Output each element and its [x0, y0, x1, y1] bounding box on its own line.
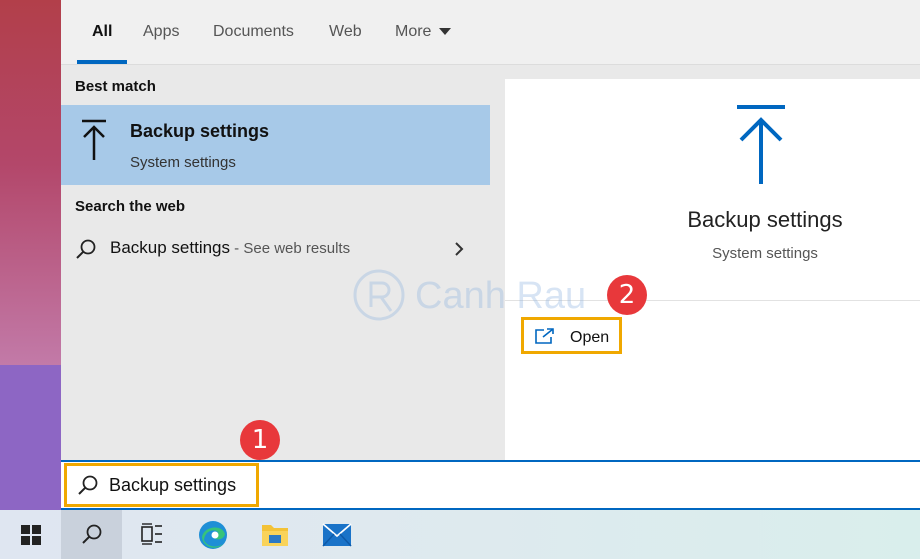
preview-pane: Backup settings System settings Open — [505, 79, 920, 460]
tab-apps[interactable]: Apps — [143, 0, 179, 64]
task-view-button[interactable] — [122, 510, 183, 559]
backup-arrow-icon — [737, 105, 785, 184]
mail-button[interactable] — [305, 510, 366, 559]
search-icon — [78, 475, 98, 495]
open-button[interactable]: Open — [521, 317, 622, 354]
tab-documents-label: Documents — [213, 23, 294, 40]
start-button[interactable] — [0, 510, 61, 559]
preview-subtitle: System settings — [712, 245, 818, 262]
tab-more[interactable]: More — [395, 0, 452, 64]
tab-web[interactable]: Web — [329, 0, 362, 64]
tab-documents[interactable]: Documents — [213, 0, 294, 64]
file-explorer-icon — [262, 525, 288, 546]
web-result-row[interactable]: Backup settings - See web results — [61, 230, 490, 270]
best-match-subtitle: System settings — [130, 154, 236, 171]
best-match-heading: Best match — [75, 78, 156, 95]
search-icon — [76, 239, 96, 259]
taskbar — [0, 510, 920, 559]
results-pane: Best match Backup settings System settin… — [61, 65, 490, 460]
watermark-logo-icon — [353, 269, 405, 321]
open-external-icon — [535, 328, 554, 344]
chevron-right-icon[interactable] — [453, 241, 465, 257]
watermark-text: Canh Rau — [415, 275, 587, 317]
best-match-result[interactable]: Backup settings System settings — [61, 105, 490, 185]
tab-web-label: Web — [329, 23, 362, 40]
tab-all[interactable]: All — [76, 0, 129, 64]
search-tabs: All Apps Documents Web More — [61, 0, 920, 65]
search-icon — [82, 524, 102, 544]
tab-more-label: More — [395, 23, 432, 40]
wallpaper-lower — [0, 365, 61, 510]
tab-all-label: All — [92, 23, 113, 40]
backup-arrow-icon — [82, 119, 106, 160]
desktop-wallpaper — [0, 0, 61, 510]
windows-start-icon — [21, 525, 41, 545]
file-explorer-button[interactable] — [244, 510, 305, 559]
web-result-text: Backup settings - See web results — [110, 238, 350, 258]
search-bar — [61, 460, 920, 510]
task-view-icon — [141, 523, 162, 545]
step-badge-2: 2 — [607, 275, 647, 315]
edge-icon — [199, 521, 227, 549]
edge-button[interactable] — [183, 510, 244, 559]
web-result-hint: - See web results — [230, 240, 351, 257]
wallpaper-upper — [0, 0, 61, 365]
search-input[interactable] — [109, 470, 889, 500]
tab-apps-label: Apps — [143, 23, 180, 40]
open-label: Open — [570, 329, 610, 346]
chevron-down-icon — [439, 28, 452, 36]
taskbar-search-button[interactable] — [61, 510, 122, 559]
step-badge-1: 1 — [240, 420, 280, 460]
web-result-query: Backup settings — [110, 238, 231, 257]
preview-title: Backup settings — [687, 207, 843, 232]
mail-icon — [322, 523, 352, 547]
search-web-heading: Search the web — [75, 198, 186, 215]
best-match-title: Backup settings — [130, 121, 270, 141]
